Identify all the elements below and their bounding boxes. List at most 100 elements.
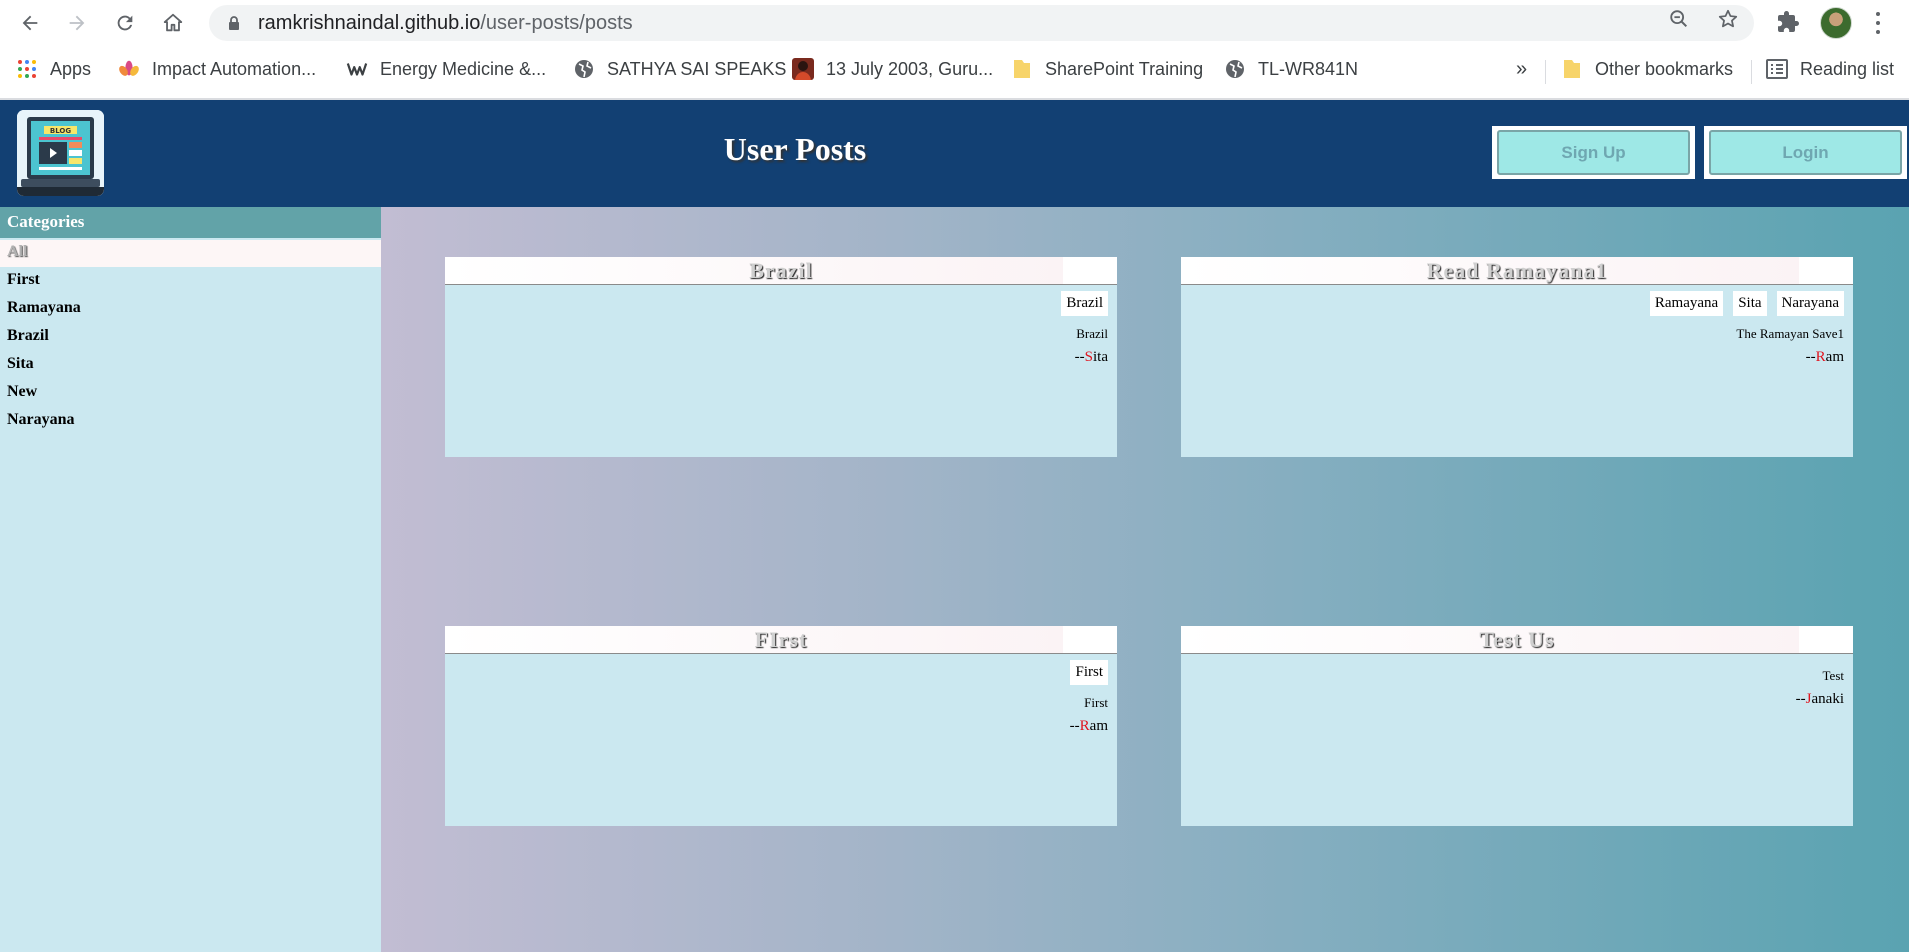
author-initial: R	[1079, 718, 1090, 734]
categories-heading: Categories	[0, 207, 381, 238]
post-body: First	[1084, 695, 1108, 710]
post-author: --Janaki	[1796, 691, 1844, 708]
reload-button[interactable]	[110, 8, 140, 38]
post-tags: Brazil	[1061, 291, 1108, 316]
reading-list-label: Reading list	[1800, 58, 1895, 79]
category-first[interactable]: First	[0, 268, 381, 295]
post-tag[interactable]: Sita	[1733, 291, 1767, 316]
url-path: /user-posts/posts	[480, 12, 633, 34]
bookmark-apps[interactable]: Apps	[16, 54, 91, 84]
author-name-rest: anaki	[1811, 691, 1844, 707]
login-button[interactable]: Login	[1709, 130, 1902, 175]
category-all[interactable]: All	[0, 240, 381, 267]
author-prefix: --	[1074, 349, 1085, 365]
post-title: Test Us	[1181, 626, 1853, 654]
address-bar[interactable]: ramkrishnaindal.github.io/user-posts/pos…	[209, 5, 1754, 41]
post-title: Read Ramayana1	[1181, 257, 1853, 285]
bookmark-label: TL-WR841N	[1258, 58, 1359, 79]
category-sita[interactable]: Sita	[0, 352, 381, 379]
author-name-rest: am	[1825, 349, 1844, 365]
category-brazil[interactable]: Brazil	[0, 324, 381, 351]
reading-list-button[interactable]: Reading list	[1766, 54, 1894, 84]
post-tag[interactable]: Ramayana	[1649, 291, 1724, 316]
categories-sidebar: Categories All First Ramayana Brazil Sit…	[0, 207, 381, 952]
bookmarks-divider	[1545, 60, 1546, 84]
bookmark-label: 13 July 2003, Guru...	[826, 58, 994, 79]
author-prefix: --	[1795, 691, 1806, 707]
person-icon	[792, 58, 814, 80]
bookmark-label: Apps	[50, 58, 92, 79]
laptop-blog-icon: BLOG	[17, 110, 104, 196]
post-card[interactable]: Read Ramayana1 Ramayana Sita Narayana Th…	[1181, 257, 1853, 457]
bookmark-sathya-sai-speaks[interactable]: SATHYA SAI SPEAKS	[573, 54, 786, 84]
post-body: Test	[1822, 668, 1844, 683]
post-body: The Ramayan Save1	[1736, 326, 1844, 341]
post-card[interactable]: Brazil Brazil Brazil --Sita	[445, 257, 1117, 457]
page-title: User Posts	[723, 131, 867, 167]
folder-icon	[1561, 58, 1583, 80]
signup-button-frame: Sign Up	[1492, 126, 1695, 179]
bookmark-label: SATHYA SAI SPEAKS	[607, 58, 787, 79]
bookmark-sharepoint-training[interactable]: SharePoint Training	[1011, 54, 1203, 84]
back-button[interactable]	[15, 8, 45, 38]
extensions-puzzle-icon[interactable]	[1776, 10, 1800, 34]
other-bookmarks-label: Other bookmarks	[1595, 58, 1734, 79]
category-narayana[interactable]: Narayana	[0, 408, 381, 435]
post-title: Brazil	[445, 257, 1117, 285]
folder-icon	[1011, 58, 1033, 80]
author-name-rest: ita	[1093, 349, 1108, 365]
lock-icon	[229, 16, 239, 30]
post-tag[interactable]: First	[1070, 660, 1108, 685]
globe-icon	[1224, 58, 1246, 80]
arrow-right-icon	[69, 15, 85, 31]
post-tag[interactable]: Narayana	[1776, 291, 1844, 316]
zoom-out-icon[interactable]	[1668, 8, 1690, 30]
other-bookmarks-button[interactable]: Other bookmarks	[1561, 54, 1733, 84]
bookmark-label: Energy Medicine &...	[380, 58, 547, 79]
post-author: --Ram	[1070, 718, 1108, 735]
category-new[interactable]: New	[0, 380, 381, 407]
post-title: FIrst	[445, 626, 1117, 654]
bookmarks-overflow-button[interactable]: »	[1516, 54, 1527, 84]
bookmark-impact-automation[interactable]: Impact Automation...	[118, 54, 316, 84]
menu-kebab-icon[interactable]	[1873, 9, 1883, 37]
globe-icon	[573, 58, 595, 80]
bookmark-tl-wr841n[interactable]: TL-WR841N	[1224, 54, 1358, 84]
profile-avatar[interactable]	[1820, 7, 1852, 39]
browser-toolbar: ramkrishnaindal.github.io/user-posts/pos…	[0, 0, 1909, 46]
post-card[interactable]: Test Us Test --Janaki	[1181, 626, 1853, 826]
author-name-rest: am	[1089, 718, 1108, 734]
bookmarks-bar: Apps Impact Automation... Energy Medicin…	[0, 48, 1909, 92]
post-tags: First	[1070, 660, 1108, 685]
post-card[interactable]: FIrst First First --Ram	[445, 626, 1117, 826]
forward-button[interactable]	[62, 8, 92, 38]
login-button-frame: Login	[1704, 126, 1907, 179]
arrow-left-icon	[22, 15, 38, 31]
bookmark-label: SharePoint Training	[1045, 58, 1204, 79]
apps-grid-icon	[16, 58, 38, 80]
author-initial: R	[1815, 349, 1826, 365]
bookmark-13-july-2003[interactable]: 13 July 2003, Guru...	[792, 54, 993, 84]
url-host: ramkrishnaindal.github.io	[258, 12, 481, 34]
blog-logo[interactable]: BLOG	[17, 110, 104, 196]
home-button[interactable]	[158, 8, 188, 38]
author-prefix: --	[1805, 349, 1816, 365]
author-initial: S	[1084, 349, 1093, 365]
bookmark-label: Impact Automation...	[152, 58, 317, 79]
post-tag[interactable]: Brazil	[1061, 291, 1108, 316]
category-ramayana[interactable]: Ramayana	[0, 296, 381, 323]
home-icon	[163, 13, 183, 32]
logo-text: BLOG	[50, 127, 71, 135]
reload-icon	[117, 15, 133, 31]
signup-button[interactable]: Sign Up	[1497, 130, 1690, 175]
bookmarks-divider	[1751, 60, 1752, 84]
overflow-label: »	[1516, 57, 1528, 80]
star-icon[interactable]	[1717, 8, 1739, 30]
reading-list-icon	[1766, 58, 1788, 80]
post-body: Brazil	[1076, 326, 1108, 341]
posts-area: Brazil Brazil Brazil --Sita Read Ramayan…	[381, 207, 1909, 952]
post-author: --Sita	[1075, 349, 1108, 366]
weebly-w-icon	[346, 58, 368, 80]
bookmark-energy-medicine[interactable]: Energy Medicine &...	[346, 54, 546, 84]
author-prefix: --	[1069, 718, 1080, 734]
